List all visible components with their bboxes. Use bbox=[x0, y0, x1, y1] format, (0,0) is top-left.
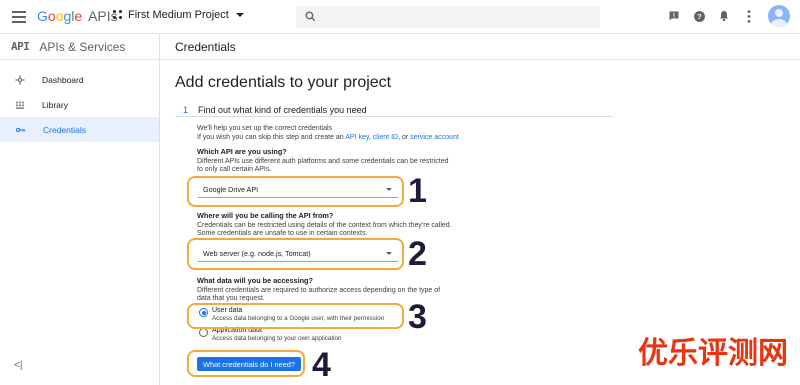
what-credentials-button[interactable]: What credentials do I need? bbox=[197, 357, 302, 371]
page-header: Credentials bbox=[161, 34, 800, 60]
step-number: 1 bbox=[183, 105, 189, 115]
project-name: First Medium Project bbox=[128, 9, 229, 21]
search-icon bbox=[305, 11, 316, 22]
api-logo-icon: API bbox=[11, 40, 30, 53]
watermark-logo: 优乐评测网 bbox=[638, 336, 788, 371]
sidebar-title: APIs & Services bbox=[39, 39, 126, 54]
dashboard-icon bbox=[15, 74, 25, 85]
question-heading: Where will you be calling the API from? bbox=[197, 211, 334, 220]
sidebar-header: API APIs & Services bbox=[0, 34, 159, 60]
application-data-option: Application data Access data belonging t… bbox=[212, 327, 342, 342]
sidebar-item-label: Credentials bbox=[43, 124, 86, 135]
question-heading: Which API are you using? bbox=[197, 147, 287, 156]
service-account-link[interactable]: service account bbox=[410, 134, 459, 141]
help-icon[interactable]: ? bbox=[691, 8, 707, 24]
question-api: Which API are you using? Different APIs … bbox=[197, 147, 449, 173]
chevron-down-icon bbox=[386, 252, 392, 255]
question-data: What data will you be accessing? Differe… bbox=[197, 276, 441, 302]
user-data-option: User data Access data belonging to a Goo… bbox=[212, 307, 385, 322]
annotation-number-3: 3 bbox=[408, 298, 427, 336]
annotation-number-1: 1 bbox=[408, 172, 427, 210]
step-title: Find out what kind of credentials you ne… bbox=[198, 105, 367, 115]
menu-icon[interactable] bbox=[12, 11, 26, 23]
notifications-icon[interactable] bbox=[716, 8, 732, 24]
key-icon bbox=[15, 127, 26, 132]
project-icon bbox=[113, 10, 123, 20]
search-input[interactable] bbox=[296, 6, 600, 28]
application-data-radio[interactable] bbox=[199, 328, 208, 337]
page-header-title: Credentials bbox=[175, 39, 236, 54]
sidebar-item-dashboard[interactable]: Dashboard bbox=[0, 67, 159, 92]
annotation-number-4: 4 bbox=[312, 346, 331, 384]
step-header: 1 Find out what kind of credentials you … bbox=[175, 100, 613, 117]
intro-text: We'll help you set up the correct creden… bbox=[197, 125, 459, 141]
sidebar-item-library[interactable]: Library bbox=[0, 92, 159, 117]
question-heading: What data will you be accessing? bbox=[197, 276, 313, 285]
page-title: Add credentials to your project bbox=[175, 74, 392, 91]
sidebar-item-credentials[interactable]: Credentials bbox=[0, 117, 159, 142]
annotation-number-2: 2 bbox=[408, 235, 427, 273]
library-icon bbox=[15, 101, 25, 109]
support-icon[interactable] bbox=[666, 8, 682, 24]
client-id-link[interactable]: client ID bbox=[373, 134, 398, 141]
sidebar-item-label: Library bbox=[42, 99, 68, 110]
sidebar: API APIs & Services Dashboard Library Cr… bbox=[0, 34, 160, 385]
sidebar-item-label: Dashboard bbox=[42, 74, 84, 85]
project-selector[interactable]: First Medium Project bbox=[113, 9, 244, 21]
chevron-down-icon bbox=[235, 13, 244, 17]
svg-text:?: ? bbox=[697, 12, 702, 21]
chevron-down-icon bbox=[386, 188, 392, 191]
top-app-bar: Google APIs First Medium Project ? bbox=[0, 0, 800, 34]
collapse-sidebar-icon[interactable]: <| bbox=[14, 360, 22, 371]
api-key-link[interactable]: API key bbox=[345, 134, 369, 141]
google-apis-logo[interactable]: Google APIs bbox=[37, 8, 118, 24]
context-select[interactable]: Web server (e.g. node.js, Tomcat) bbox=[198, 246, 398, 262]
user-data-radio[interactable] bbox=[199, 308, 208, 317]
avatar[interactable] bbox=[768, 5, 790, 27]
more-vert-icon[interactable] bbox=[741, 8, 757, 24]
api-select[interactable]: Google Drive API bbox=[198, 182, 398, 198]
